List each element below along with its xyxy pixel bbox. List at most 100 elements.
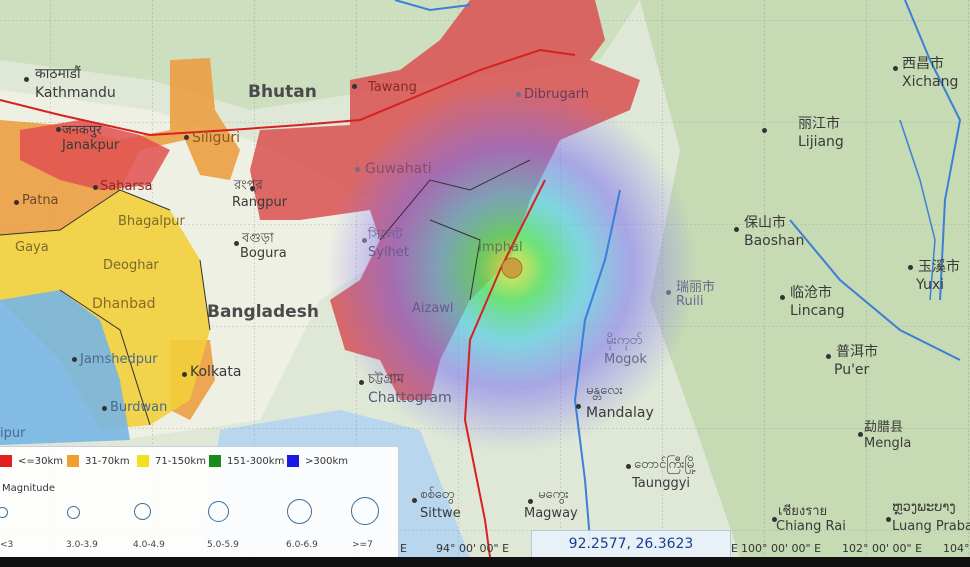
legend-swatch-151-300: [209, 455, 221, 467]
label-bhagalpur: Bhagalpur: [118, 214, 185, 229]
label-dhanbad: Dhanbad: [92, 296, 156, 312]
legend-item-31-70: 31-70km: [67, 455, 130, 467]
label-baoshan-native: 保山市: [744, 215, 786, 231]
label-baoshan: Baoshan: [744, 233, 805, 249]
label-taunggyi: Taunggyi: [632, 476, 691, 491]
city-dot-dibrugarh: [516, 92, 521, 97]
legend-swatch-le30: [0, 455, 12, 467]
magnitude-circle-3: [67, 506, 80, 519]
label-chiangrai-native: เชียงราย: [778, 504, 828, 519]
city-dot-kathmandu: [24, 77, 29, 82]
label-taunggyi-native: တောင်ကြီးမြို့: [634, 457, 697, 472]
legend-label-151-300: 151-300km: [227, 455, 285, 467]
legend-panel: <=30km 31-70km 71-150km 151-300km >300km…: [0, 446, 399, 558]
label-deoghar: Deoghar: [103, 258, 159, 273]
magnitude-circle-7: [351, 497, 379, 525]
label-siliguri: Siliguri: [192, 130, 240, 146]
grid-label-1: E: [400, 542, 407, 555]
city-dot-xichang: [893, 66, 898, 71]
label-yuxi-native: 玉溪市: [918, 259, 960, 275]
city-dot-kolkata: [182, 372, 187, 377]
city-dot-mandalay: [576, 404, 581, 409]
magnitude-label-3: 3.0-3.9: [66, 540, 98, 550]
city-dot-bogura: [234, 241, 239, 246]
city-dot-sylhet: [362, 238, 367, 243]
label-mogok-native: မိုးကုတ်: [606, 333, 643, 348]
city-dot-yuxi: [908, 265, 913, 270]
label-janakpur-native: जनकपुर: [62, 123, 102, 138]
label-bangladesh: Bangladesh: [207, 302, 319, 322]
city-dot-magway: [528, 499, 533, 504]
city-dot-mengla: [858, 432, 863, 437]
label-mandalay: Mandalay: [586, 405, 654, 421]
label-chattogram-native: চট্টগ্রাম: [368, 372, 404, 387]
legend-item-gt300: >300km: [287, 455, 348, 467]
city-dot-lincang: [780, 295, 785, 300]
legend-item-71-150: 71-150km: [137, 455, 206, 467]
label-puer: Pu'er: [834, 362, 870, 378]
label-sylhet: Sylhet: [368, 245, 409, 260]
label-imphal: Imphal: [478, 240, 523, 255]
legend-swatch-71-150: [137, 455, 149, 467]
magnitude-label-7: >=7: [352, 540, 373, 550]
grid-label-100e: 100° 00' 00" E: [741, 542, 822, 555]
grid-label-102e: 102° 00' 00" E: [842, 542, 923, 555]
city-dot-puer: [826, 354, 831, 359]
label-burdwan: Burdwan: [110, 400, 168, 415]
city-dot-baoshan: [734, 227, 739, 232]
label-jamshedpur: Jamshedpur: [80, 352, 158, 367]
city-dot-taunggyi: [626, 464, 631, 469]
label-sylhet-native: সিলেট: [368, 228, 403, 243]
legend-label-le30: <=30km: [18, 455, 64, 467]
label-lijiang-native: 丽江市: [798, 116, 840, 132]
label-mengla: Mengla: [864, 436, 912, 451]
city-dot-tawang: [352, 84, 357, 89]
magnitude-circle-4: [134, 503, 151, 520]
magnitude-label-lt3: <3: [0, 540, 14, 550]
label-guwahati: Guwahati: [365, 161, 432, 177]
magnitude-label-5: 5.0-5.9: [207, 540, 239, 550]
label-luangprabang-native: ຫຼວງພະບາງ: [892, 500, 956, 515]
city-dot-jamshedpur: [72, 357, 77, 362]
bottom-bar: [0, 557, 970, 567]
city-dot-ruili: [666, 290, 671, 295]
label-magway: Magway: [524, 506, 578, 521]
label-aizawl: Aizawl: [412, 301, 454, 316]
label-mogok: Mogok: [604, 352, 647, 367]
label-luangprabang: Luang Praba: [892, 519, 970, 534]
magnitude-circle-lt3: [0, 507, 8, 518]
label-kolkata: Kolkata: [190, 364, 242, 380]
city-dot-lijiang: [762, 128, 767, 133]
label-chiangrai: Chiang Rai: [776, 519, 846, 534]
city-dot-siliguri: [184, 135, 189, 140]
label-janakpur: Janakpur: [62, 138, 120, 153]
label-sittwe-native: စစ်တွေ: [420, 487, 455, 502]
epicenter-marker[interactable]: [501, 257, 523, 279]
label-bogura: Bogura: [240, 246, 287, 261]
magnitude-circle-5: [208, 501, 229, 522]
label-saharsa: Saharsa: [100, 179, 153, 194]
label-lincang-native: 临沧市: [790, 285, 832, 301]
grid-label-3: E: [731, 542, 738, 555]
label-bhutan: Bhutan: [248, 82, 317, 102]
city-dot-saharsa: [93, 185, 98, 190]
label-ruili-native: 瑞丽市: [676, 280, 716, 295]
label-dibrugarh: Dibrugarh: [524, 87, 590, 102]
label-rangpur-native: রংপুর: [234, 178, 263, 193]
magnitude-circle-6: [287, 499, 312, 524]
city-dot-patna: [14, 200, 19, 205]
label-puer-native: 普洱市: [836, 344, 878, 360]
grid-label-94e: 94° 00' 00" E: [436, 542, 510, 555]
legend-item-le30: <=30km: [0, 455, 63, 467]
legend-swatch-31-70: [67, 455, 79, 467]
coordinate-readout: 92.2577, 26.3623: [531, 530, 731, 559]
label-raipur: ipur: [0, 426, 26, 441]
magnitude-label-6: 6.0-6.9: [286, 540, 318, 550]
city-dot-janakpur: [56, 127, 61, 132]
city-dot-guwahati: [355, 167, 360, 172]
city-dot-luangprabang: [886, 517, 891, 522]
label-mandalay-native: မန္တလေး: [586, 383, 623, 398]
city-dot-burdwan: [102, 406, 107, 411]
label-tawang: Tawang: [368, 80, 417, 95]
label-xichang: Xichang: [902, 74, 959, 90]
